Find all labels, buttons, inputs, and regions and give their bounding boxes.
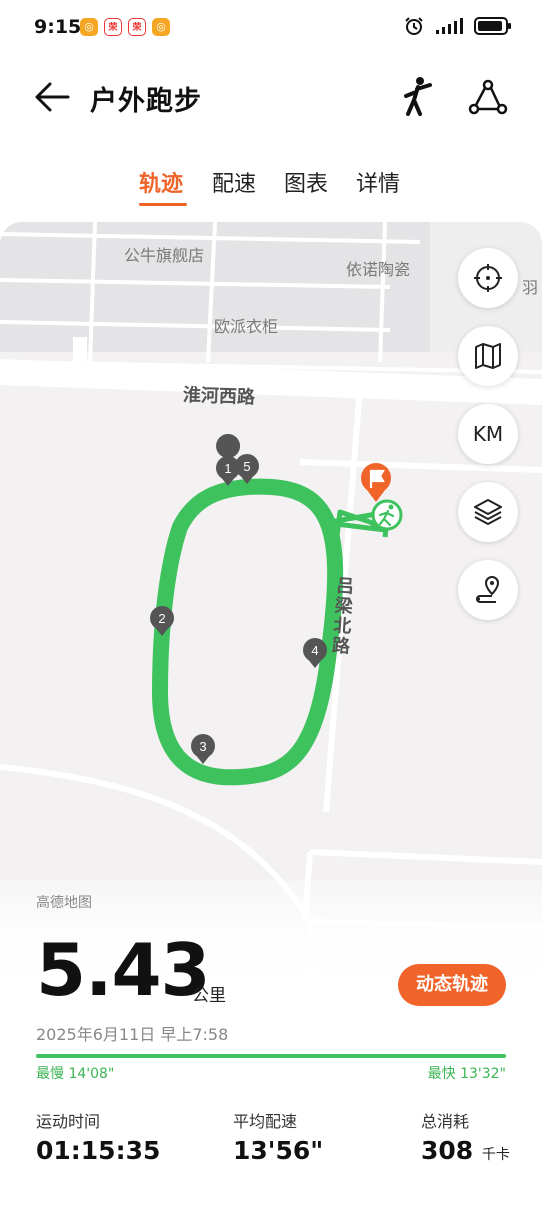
slowest-pace: 最慢 14'08"	[36, 1066, 115, 1082]
app-header: 户外跑步	[0, 66, 542, 128]
calories-value: 308	[421, 1136, 474, 1165]
battery-icon	[474, 17, 511, 35]
avg-pace-label: 平均配速	[233, 1112, 298, 1131]
tab-bar: 轨迹 配速 图表 详情	[0, 160, 542, 210]
notification-icons: ◎ 荣 荣 ◎	[80, 18, 170, 36]
signal-icon	[436, 18, 463, 34]
page-title: 户外跑步	[90, 86, 202, 117]
calories-stat: 308 千卡	[421, 1136, 510, 1165]
fastest-pace: 最快 13'32"	[427, 1066, 506, 1082]
map-provider-label: 高德地图	[36, 895, 92, 911]
pace-range-bar	[36, 1054, 506, 1058]
tab-details[interactable]: 详情	[356, 166, 400, 198]
layers-button[interactable]	[458, 482, 518, 542]
app-notification-icon: ◎	[152, 18, 170, 36]
status-bar: 9:15 ◎ 荣 荣 ◎	[0, 0, 542, 56]
duration-value: 01:15:35	[36, 1136, 161, 1165]
layers-icon	[474, 499, 502, 525]
dynamic-track-button[interactable]: 动态轨迹	[398, 964, 506, 1006]
tab-pace[interactable]: 配速	[212, 166, 256, 198]
km-marker-2: 2	[150, 606, 174, 636]
km-marker-label: 5	[243, 459, 250, 474]
km-marker-label: 4	[311, 643, 318, 658]
avg-pace-value: 13'56"	[233, 1136, 324, 1165]
km-toggle-button[interactable]: KM	[458, 404, 518, 464]
road-name-label: 淮河西路	[182, 384, 256, 409]
finish-flag-icon	[361, 463, 391, 502]
duration-label: 运动时间	[36, 1112, 101, 1131]
locate-button[interactable]	[458, 248, 518, 308]
map-poi-label: 羽	[522, 278, 539, 297]
km-marker-label: 1	[224, 461, 231, 476]
route-pin-button[interactable]	[458, 560, 518, 620]
map-poi-label: 公牛旗舰店	[124, 246, 205, 265]
route-loop	[152, 478, 344, 786]
app-notification-icon: 荣	[128, 18, 146, 36]
km-marker-label: 3	[199, 739, 206, 754]
calories-unit: 千卡	[481, 1147, 510, 1163]
crosshair-icon	[474, 264, 502, 292]
distance-value: 5.43	[36, 928, 211, 1012]
map-poi-label: 欧派衣柜	[214, 317, 279, 336]
workout-date: 2025年6月11日 早上7:58	[36, 1025, 229, 1044]
km-marker-3: 3	[191, 734, 215, 764]
location-route-icon	[476, 575, 500, 603]
tab-track[interactable]: 轨迹	[139, 166, 183, 198]
tab-chart[interactable]: 图表	[284, 166, 328, 198]
map-type-button[interactable]	[458, 326, 518, 386]
map-icon	[475, 343, 501, 369]
distance-unit: 公里	[192, 986, 226, 1006]
route-share-icon[interactable]	[468, 78, 508, 116]
map-poi-label: 依诺陶瓷	[346, 260, 411, 279]
km-marker-1: 1	[216, 434, 241, 486]
status-time: 9:15	[34, 16, 82, 38]
back-arrow-icon[interactable]	[32, 80, 72, 114]
calories-label: 总消耗	[421, 1112, 470, 1131]
km-marker-label: 2	[158, 611, 165, 626]
km-label: KM	[472, 422, 504, 446]
status-indicators	[404, 16, 511, 36]
app-notification-icon: ◎	[80, 18, 98, 36]
app-notification-icon: 荣	[104, 18, 122, 36]
summary-panel: 高德地图 5.43 公里 动态轨迹 2025年6月11日 早上7:58 最慢 1…	[0, 880, 542, 1206]
alarm-icon	[405, 17, 423, 35]
runner-pose-icon[interactable]	[400, 76, 436, 116]
start-runner-icon	[371, 499, 403, 531]
active-tab-indicator	[139, 203, 187, 206]
